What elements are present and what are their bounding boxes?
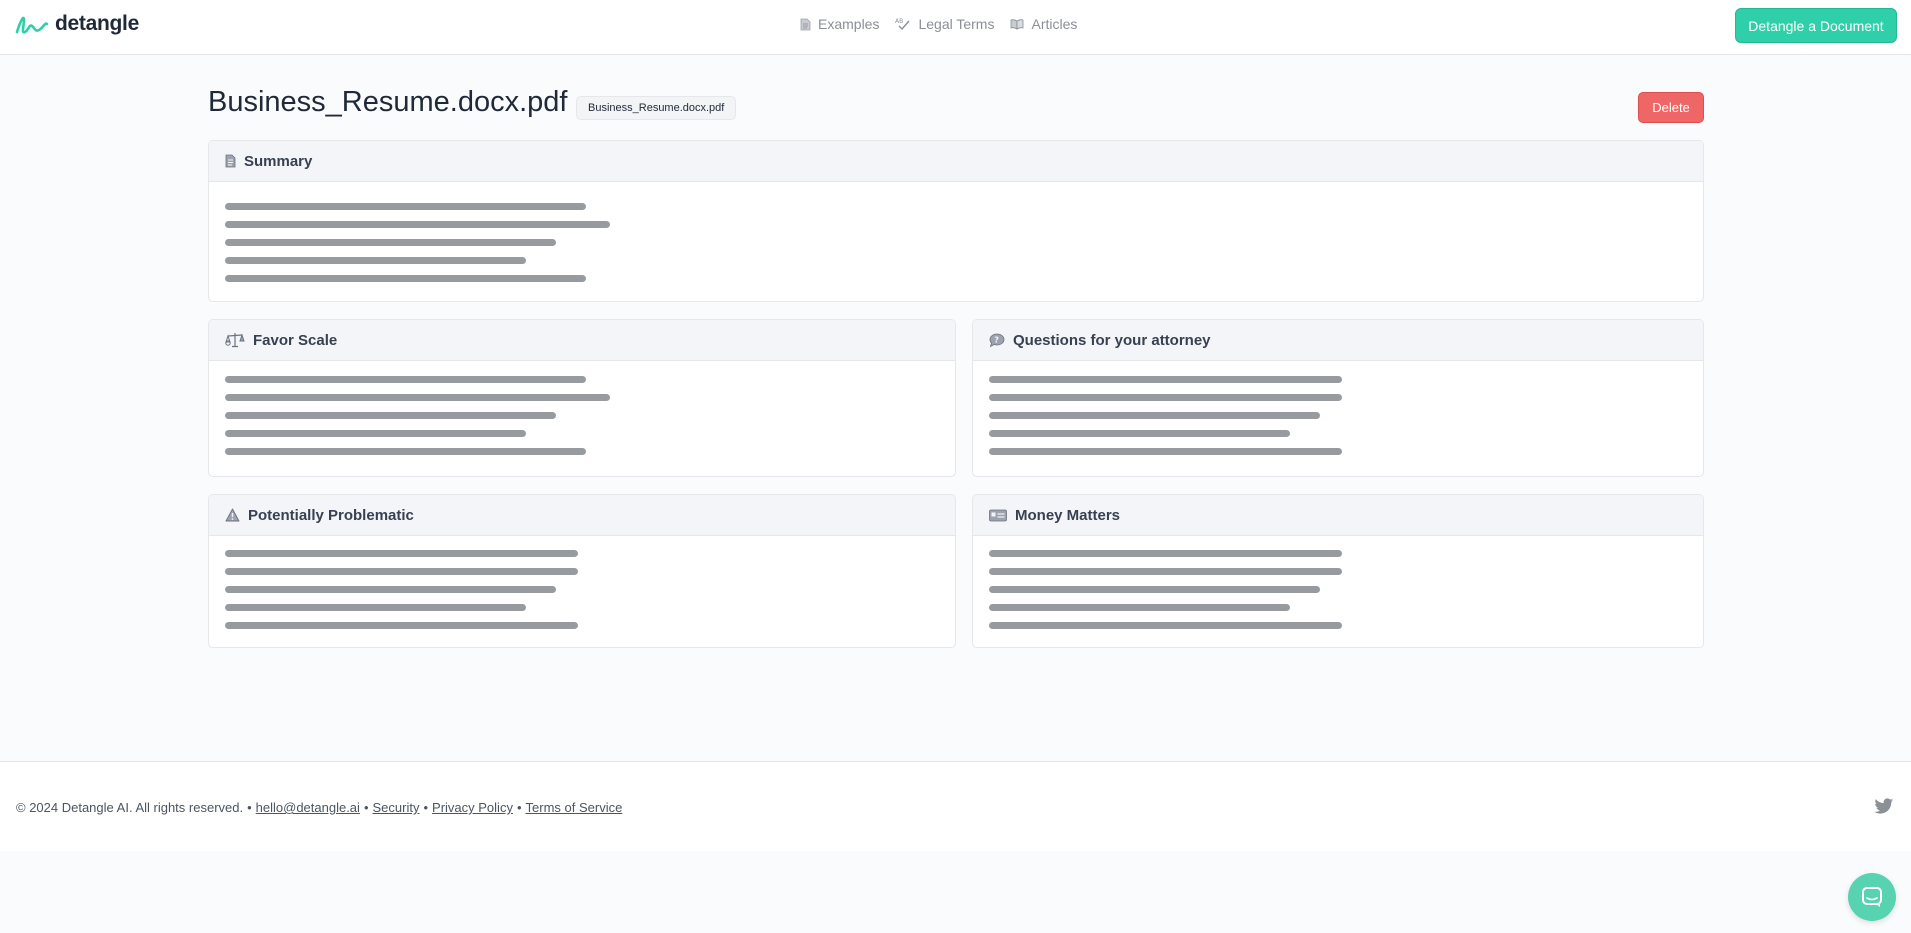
favor-scale-card: Favor Scale — [208, 319, 956, 477]
questions-card: ? Questions for your attorney — [972, 319, 1704, 477]
page-title: Business_Resume.docx.pdf — [208, 86, 568, 118]
skeleton-line — [989, 412, 1320, 419]
skeleton-line — [225, 568, 578, 575]
skeleton-line — [225, 239, 556, 246]
skeleton-line — [989, 568, 1342, 575]
money-matters-loading-skeleton — [973, 536, 1703, 629]
money-matters-card-header: Money Matters — [973, 495, 1703, 536]
skeleton-line — [989, 448, 1342, 455]
chat-widget-button[interactable] — [1848, 873, 1896, 921]
nav-legal-terms-label: Legal Terms — [918, 16, 995, 32]
svg-text:?: ? — [994, 335, 999, 344]
favor-scale-card-title: Favor Scale — [253, 331, 338, 349]
skeleton-line — [225, 622, 578, 629]
skeleton-line — [225, 412, 556, 419]
summary-loading-skeleton — [209, 182, 1703, 282]
skeleton-line — [989, 586, 1320, 593]
email-link[interactable]: hello@detangle.ai — [256, 800, 360, 815]
favor-scale-card-header: Favor Scale — [209, 320, 955, 361]
skeleton-line — [225, 376, 586, 383]
skeleton-line — [225, 430, 526, 437]
skeleton-line — [225, 394, 610, 401]
summary-card-header: Summary — [209, 141, 1703, 182]
potentially-problematic-card: Potentially Problematic — [208, 494, 956, 648]
skeleton-line — [225, 221, 610, 228]
book-icon — [1011, 19, 1024, 30]
security-link[interactable]: Security — [373, 800, 420, 815]
skeleton-line — [225, 550, 578, 557]
skeleton-line — [989, 604, 1290, 611]
potentially-problematic-loading-skeleton — [209, 536, 955, 629]
questions-loading-skeleton — [973, 361, 1703, 455]
detangle-logo-icon — [15, 16, 49, 34]
chat-icon — [1862, 887, 1882, 907]
nav-articles-label: Articles — [1031, 16, 1078, 32]
skeleton-line — [989, 394, 1342, 401]
skeleton-line — [225, 203, 586, 210]
privacy-policy-link[interactable]: Privacy Policy — [432, 800, 513, 815]
main-nav: Examples AB Legal Terms Articles — [800, 16, 1077, 32]
top-navbar: detangle Examples AB Legal Terms Article… — [0, 0, 1911, 55]
document-icon — [800, 18, 811, 30]
skeleton-line — [225, 257, 526, 264]
file-name-badge: Business_Resume.docx.pdf — [576, 96, 737, 120]
skeleton-line — [225, 275, 586, 282]
potentially-problematic-card-title: Potentially Problematic — [248, 506, 414, 524]
skeleton-line — [989, 622, 1342, 629]
skeleton-line — [225, 586, 556, 593]
detangle-document-button[interactable]: Detangle a Document — [1735, 8, 1897, 43]
skeleton-line — [989, 376, 1342, 383]
terms-of-service-link[interactable]: Terms of Service — [526, 800, 623, 815]
nav-legal-terms[interactable]: AB Legal Terms — [895, 16, 994, 32]
scale-icon — [225, 333, 245, 348]
summary-card: Summary — [208, 140, 1704, 302]
footer-text: © 2024 Detangle AI. All rights reserved.… — [16, 800, 623, 815]
document-icon — [225, 154, 236, 168]
nav-articles[interactable]: Articles — [1010, 16, 1077, 32]
skeleton-line — [989, 430, 1290, 437]
copyright-text: © 2024 Detangle AI. All rights reserved. — [16, 800, 244, 815]
footer: © 2024 Detangle AI. All rights reserved.… — [0, 761, 1911, 851]
nav-examples-label: Examples — [818, 16, 880, 32]
chat-question-icon: ? — [989, 333, 1005, 347]
page-bottom — [0, 851, 1911, 933]
money-icon — [989, 509, 1007, 521]
questions-card-title: Questions for your attorney — [1013, 331, 1211, 349]
twitter-icon[interactable] — [1874, 798, 1894, 815]
skeleton-line — [225, 604, 526, 611]
money-matters-card: Money Matters — [972, 494, 1704, 648]
questions-card-header: ? Questions for your attorney — [973, 320, 1703, 361]
potentially-problematic-card-header: Potentially Problematic — [209, 495, 955, 536]
warning-icon — [225, 508, 240, 522]
logo-text: detangle — [55, 12, 139, 35]
svg-text:AB: AB — [895, 18, 903, 25]
nav-examples[interactable]: Examples — [800, 16, 879, 32]
spell-check-icon: AB — [895, 18, 910, 31]
money-matters-card-title: Money Matters — [1015, 506, 1121, 524]
skeleton-line — [225, 448, 586, 455]
delete-button[interactable]: Delete — [1638, 92, 1704, 123]
logo[interactable]: detangle — [15, 12, 139, 36]
favor-scale-loading-skeleton — [209, 361, 955, 455]
skeleton-line — [989, 550, 1342, 557]
summary-card-title: Summary — [244, 152, 313, 170]
